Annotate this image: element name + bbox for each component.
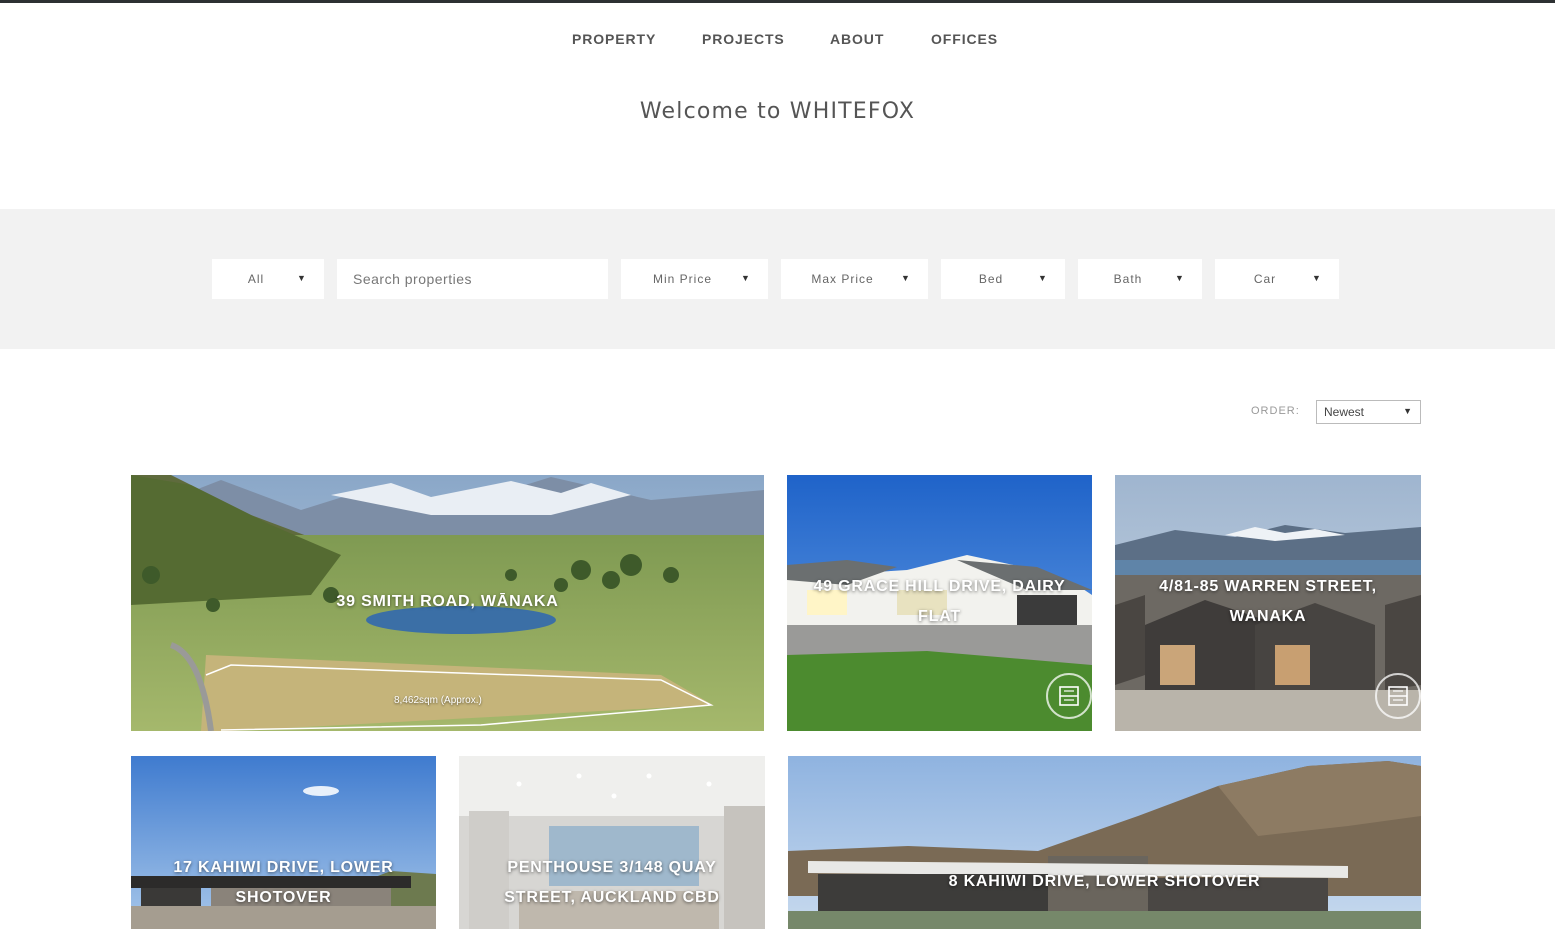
chevron-down-icon: ▼ [1312, 273, 1322, 283]
type-select[interactable]: All ▼ [212, 259, 324, 299]
nav-item-projects[interactable]: PROJECTS [702, 31, 785, 47]
listing-address: PENTHOUSE 3/148 QUAY STREET, AUCKLAND CB… [504, 859, 720, 906]
property-photo [788, 756, 1421, 929]
order-label: ORDER: [1251, 405, 1300, 417]
listing-address: 8 KAHIWI DRIVE, LOWER SHOTOVER [948, 873, 1261, 890]
type-select-value: All [247, 272, 265, 286]
order-select[interactable]: Newest ▼ [1316, 400, 1421, 424]
bath-select-value: Bath [1113, 272, 1143, 286]
listing-card[interactable]: 17 KAHIWI DRIVE, LOWER SHOTOVER [131, 756, 436, 929]
land-area-caption: 8,462sqm (Approx.) [394, 695, 482, 706]
listing-address: 39 SMITH ROAD, WĀNAKA [336, 593, 559, 610]
nav-item-offices[interactable]: OFFICES [931, 31, 998, 47]
car-select-value: Car [1253, 272, 1277, 286]
search-field[interactable] [337, 259, 608, 299]
listing-address: 49 GRACE HILL DRIVE, DAIRY FLAT [813, 578, 1066, 625]
top-border [0, 0, 1555, 3]
chevron-down-icon: ▼ [901, 273, 911, 283]
bath-select[interactable]: Bath ▼ [1078, 259, 1202, 299]
bed-select[interactable]: Bed ▼ [941, 259, 1065, 299]
min-price-value: Min Price [652, 272, 712, 286]
max-price-value: Max Price [811, 272, 874, 286]
chevron-down-icon: ▼ [1175, 273, 1185, 283]
floorplan-icon [1059, 686, 1079, 706]
listing-card[interactable]: 4/81-85 WARREN STREET, WANAKA [1115, 475, 1421, 731]
bed-select-value: Bed [978, 272, 1004, 286]
chevron-down-icon: ▼ [1038, 273, 1048, 283]
listing-card[interactable]: 49 GRACE HILL DRIVE, DAIRY FLAT [787, 475, 1092, 731]
listing-address: 17 KAHIWI DRIVE, LOWER SHOTOVER [173, 859, 394, 906]
listing-card[interactable]: PENTHOUSE 3/148 QUAY STREET, AUCKLAND CB… [459, 756, 765, 929]
car-select[interactable]: Car ▼ [1215, 259, 1339, 299]
page-title: Welcome to WHITEFOX [639, 99, 916, 124]
search-filter-bar: All ▼ Min Price ▼ Max Price ▼ Bed ▼ Bath… [0, 209, 1555, 349]
listing-card[interactable]: 8 KAHIWI DRIVE, LOWER SHOTOVER [788, 756, 1421, 929]
chevron-down-icon: ▼ [297, 273, 307, 283]
main-nav: PROPERTY PROJECTS ABOUT OFFICES [0, 31, 1555, 51]
floorplan-icon [1388, 686, 1408, 706]
max-price-select[interactable]: Max Price ▼ [781, 259, 928, 299]
nav-item-property[interactable]: PROPERTY [572, 31, 656, 47]
floorplan-button[interactable] [1046, 673, 1092, 719]
listing-address: 4/81-85 WARREN STREET, WANAKA [1159, 578, 1377, 625]
search-input[interactable] [337, 259, 608, 299]
nav-item-about[interactable]: ABOUT [830, 31, 884, 47]
order-select-value: Newest [1324, 405, 1365, 419]
chevron-down-icon: ▼ [741, 273, 751, 283]
listing-card[interactable]: 39 SMITH ROAD, WĀNAKA 8,462sqm (Approx.) [131, 475, 764, 731]
chevron-down-icon: ▼ [1403, 406, 1412, 416]
min-price-select[interactable]: Min Price ▼ [621, 259, 768, 299]
floorplan-button[interactable] [1375, 673, 1421, 719]
